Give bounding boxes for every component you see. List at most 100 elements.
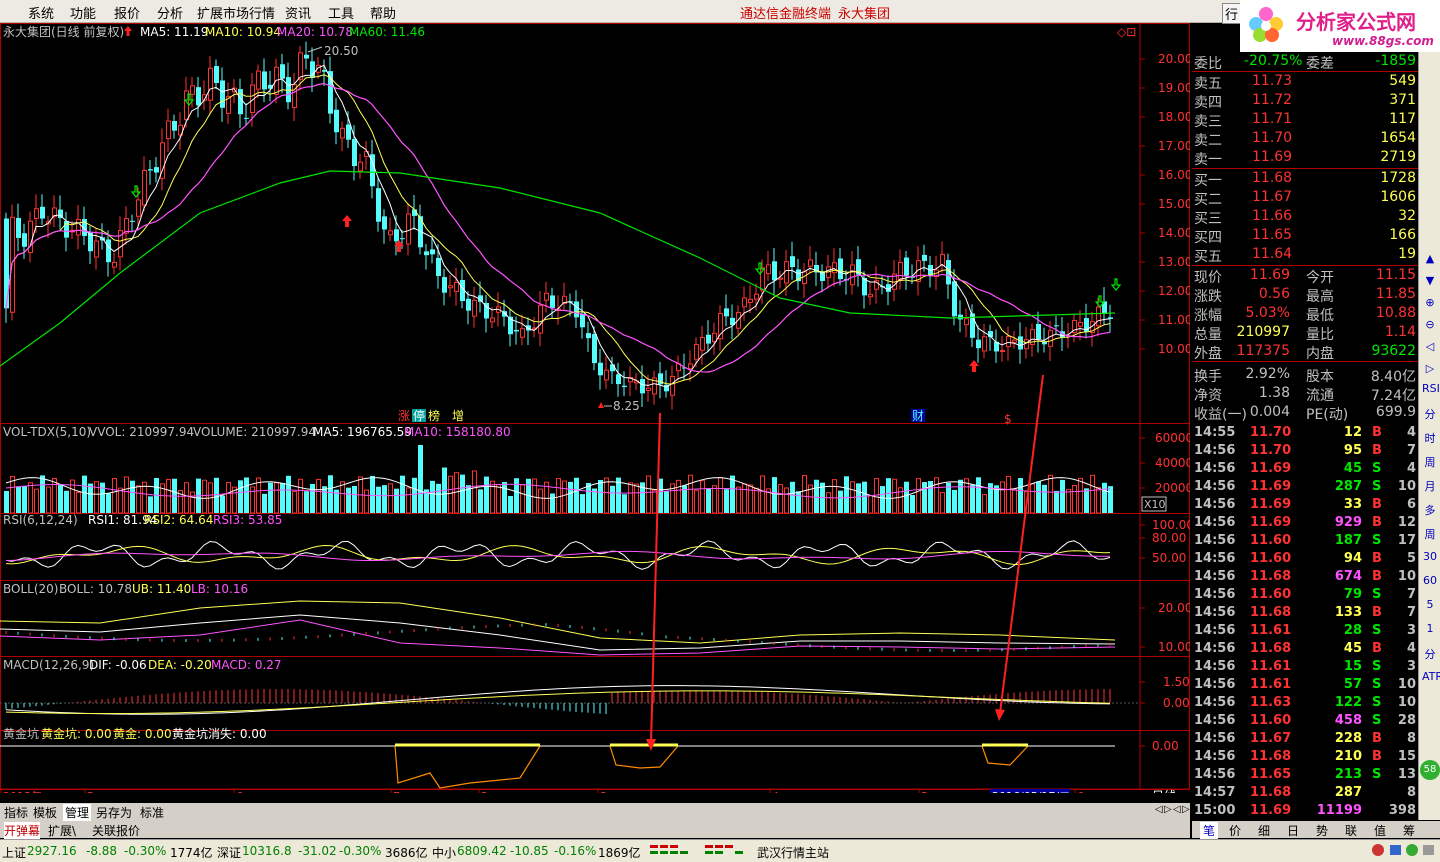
candlestick (592, 326, 597, 371)
tick-row[interactable]: 14:56 11.60 79 S 7 (1192, 586, 1418, 604)
indicator-tab[interactable]: 另存为 (96, 804, 132, 821)
quote-tab[interactable]: 联 (1345, 822, 1357, 839)
toolbar-button[interactable]: 周 (1422, 526, 1438, 542)
toolbar-button[interactable]: 1 (1422, 622, 1438, 635)
quote-tab[interactable]: 筹 (1403, 822, 1415, 839)
toolbar-icon[interactable]: ⊖ (1422, 318, 1438, 331)
tick-row[interactable]: 14:56 11.63 122 S 10 (1192, 694, 1418, 712)
ask-row[interactable]: 卖三 11.71 117 (1192, 110, 1418, 130)
tick-row[interactable]: 14:56 11.65 213 S 13 (1192, 766, 1418, 784)
scroll-arrow-icon[interactable]: ▷ (1182, 804, 1190, 815)
kline-chart-area[interactable]: 20.00 19.00 18.00 17.00 16.00 15.00 14.00 13.00… (0, 23, 1190, 793)
ask-row[interactable]: 卖一 11.69 2719 (1192, 148, 1418, 168)
stat-row[interactable]: 现价 11.69 今开 11.15 (1192, 266, 1418, 286)
ask-row[interactable]: 卖二 11.70 1654 (1192, 129, 1418, 149)
tick-row[interactable]: 14:56 11.60 187 S 17 (1192, 532, 1418, 550)
toolbar-button[interactable]: 月 (1422, 478, 1438, 494)
tick-row[interactable]: 14:56 11.69 45 S 4 (1192, 460, 1418, 478)
toolbar-button[interactable]: 周 (1422, 454, 1438, 470)
bid-row[interactable]: 买五 11.64 19 (1192, 245, 1418, 265)
tick-row[interactable]: 14:56 11.70 95 B 7 (1192, 442, 1418, 460)
tick-row[interactable]: 14:56 11.69 33 B 6 (1192, 496, 1418, 514)
toolbar-icon[interactable]: ▷ (1422, 362, 1438, 375)
quote-switch-button[interactable]: 行 (1222, 3, 1242, 24)
server-name[interactable]: 武汉行情主站 (757, 844, 829, 861)
toolbar-icon[interactable]: ⊕ (1422, 296, 1438, 309)
tick-row[interactable]: 14:56 11.60 94 B 5 (1192, 550, 1418, 568)
bid-row[interactable]: 买四 11.65 166 (1192, 226, 1418, 246)
toolbar-button[interactable]: ATR (1422, 670, 1440, 683)
stat-row[interactable]: 收益(一) 0.004 PE(动) 699.9 (1192, 403, 1418, 423)
menu-news[interactable]: 资讯 (285, 3, 311, 22)
toolbar-button[interactable]: 分 (1422, 646, 1438, 662)
scroll-arrow-icon[interactable]: ◁ (1155, 804, 1163, 815)
stat-row[interactable]: 外盘 117375 内盘 93622 (1192, 342, 1418, 362)
sh-index-name[interactable]: 上证 (2, 844, 26, 861)
menu-extended-market[interactable]: 扩展市场行情 (197, 3, 275, 22)
toolbar-button[interactable]: RSI (1422, 382, 1440, 395)
tick-row[interactable]: 14:56 11.68 210 B 15 (1192, 748, 1418, 766)
stat-row[interactable]: 涨跌 0.56 最高 11.85 (1192, 285, 1418, 305)
indicator-tab[interactable]: 模板 (33, 804, 57, 821)
tick-row[interactable]: 14:56 11.68 133 B 7 (1192, 604, 1418, 622)
chart-menu-icon[interactable]: ◇⊡ (1117, 25, 1136, 39)
quote-tab[interactable]: 日 (1287, 822, 1299, 839)
bid-row[interactable]: 买一 11.68 1728 (1192, 169, 1418, 189)
ask-row[interactable]: 卖五 11.73 549 (1192, 72, 1418, 92)
menu-tools[interactable]: 工具 (328, 3, 354, 22)
quote-tab[interactable]: 势 (1316, 822, 1328, 839)
bid-row[interactable]: 买三 11.66 32 (1192, 207, 1418, 227)
quote-tab[interactable]: 细 (1258, 822, 1270, 839)
tick-row[interactable]: 14:56 11.61 57 S 10 (1192, 676, 1418, 694)
toolbar-icon[interactable]: ▲ (1422, 252, 1438, 265)
tick-row[interactable]: 14:57 11.68 287 8 (1192, 784, 1418, 802)
tick-row[interactable]: 14:56 11.61 15 S 3 (1192, 658, 1418, 676)
menu-quote[interactable]: 报价 (114, 3, 140, 22)
menu-system[interactable]: 系统 (28, 3, 54, 22)
quote-tab[interactable]: 价 (1229, 822, 1241, 839)
tick-row[interactable]: 14:56 11.69 929 B 12 (1192, 514, 1418, 532)
tick-row[interactable]: 14:56 11.69 287 S 10 (1192, 478, 1418, 496)
tick-row[interactable]: 14:55 11.70 12 B 4 (1192, 424, 1418, 442)
tick-row[interactable]: 14:56 11.68 45 B 4 (1192, 640, 1418, 658)
toolbar-button[interactable]: 60 (1422, 574, 1438, 587)
menu-function[interactable]: 功能 (70, 3, 96, 22)
scroll-arrow-icon[interactable]: ▷ (1164, 804, 1172, 815)
quote-tab[interactable]: 值 (1374, 822, 1386, 839)
stat-row[interactable]: 换手 2.92% 股本 8.40亿 (1192, 365, 1418, 385)
notification-bubble-icon[interactable]: 58 (1420, 760, 1440, 780)
stat-row[interactable]: 涨幅 5.03% 最低 10.88 (1192, 304, 1418, 324)
toolbar-button[interactable]: 分 (1422, 406, 1438, 422)
chart-canvas[interactable]: 20.0019.0018.0017.0016.0015.0014.0013.00… (0, 23, 1190, 793)
indicator-tab[interactable]: 管理 (63, 804, 92, 821)
toolbar-button[interactable]: 多 (1422, 502, 1438, 518)
toolbar-icon[interactable]: ▼ (1422, 274, 1438, 287)
tick-row[interactable]: 14:56 11.60 458 S 28 (1192, 712, 1418, 730)
extra-tab[interactable]: 关联报价 (92, 822, 140, 839)
indicator-tab[interactable]: 指标 (4, 804, 28, 821)
toolbar-icon[interactable]: ◁ (1422, 340, 1438, 353)
sz-index-name[interactable]: 深证 (217, 844, 241, 861)
zx-index-name[interactable]: 中小 (432, 844, 456, 861)
tick-list[interactable]: 14:55 11.70 12 B 4 14:56 11.70 95 B 7 14:56 11.69 45… (1192, 424, 1418, 820)
extra-tab[interactable]: 开弹幕 (4, 822, 41, 839)
scroll-arrow-icon[interactable]: ◁ (1173, 804, 1181, 815)
tick-row[interactable]: 15:00 11.69 11199 398 (1192, 802, 1418, 820)
stat-row[interactable]: 总量 210997 量比 1.14 (1192, 323, 1418, 343)
quote-row-wb[interactable]: 委比 -20.75% 委差 -1859 (1192, 52, 1418, 72)
sz-index-value: 10316.8 (242, 844, 292, 858)
toolbar-button[interactable]: 时 (1422, 430, 1438, 446)
tick-row[interactable]: 14:56 11.61 28 S 3 (1192, 622, 1418, 640)
ask-row[interactable]: 卖四 11.72 371 (1192, 91, 1418, 111)
stat-row[interactable]: 净资 1.38 流通 7.24亿 (1192, 384, 1418, 404)
tick-row[interactable]: 14:56 11.68 674 B 10 (1192, 568, 1418, 586)
bid-row[interactable]: 买二 11.67 1606 (1192, 188, 1418, 208)
menu-help[interactable]: 帮助 (370, 3, 396, 22)
tick-row[interactable]: 14:56 11.67 228 B 8 (1192, 730, 1418, 748)
quote-tab[interactable]: 笔 (1200, 822, 1219, 839)
extra-tab[interactable]: 扩展\ (48, 822, 76, 839)
toolbar-button[interactable]: 5 (1422, 598, 1438, 611)
toolbar-button[interactable]: 30 (1422, 550, 1438, 563)
indicator-tab[interactable]: 标准 (140, 804, 164, 821)
menu-analysis[interactable]: 分析 (157, 3, 183, 22)
